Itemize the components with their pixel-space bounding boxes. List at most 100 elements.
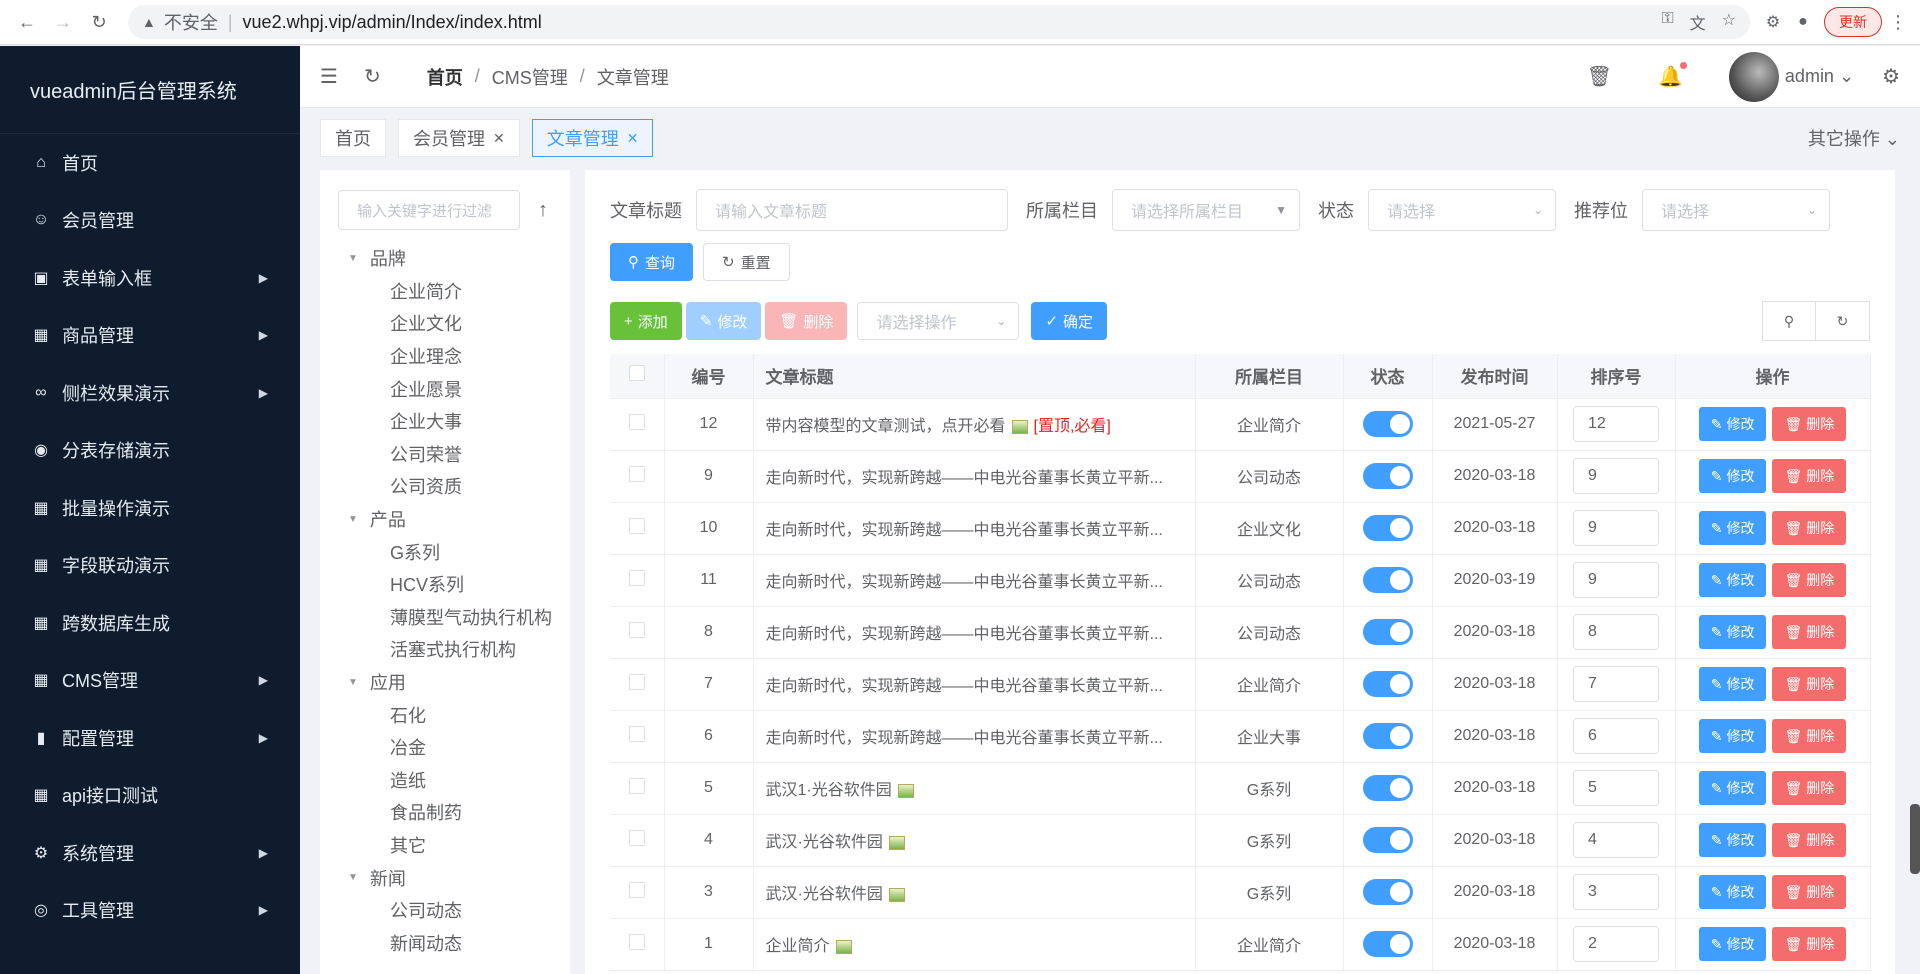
sort-input[interactable]: 9: [1573, 562, 1659, 598]
row-delete-button[interactable]: 🗑 删除: [1772, 511, 1847, 545]
sidebar-item-4[interactable]: ∞ 侧栏效果演示 ▶: [0, 364, 300, 422]
row-checkbox[interactable]: [628, 881, 645, 898]
sidebar-item-3[interactable]: ▦ 商品管理 ▶: [0, 307, 300, 365]
row-delete-button[interactable]: 🗑 删除: [1772, 667, 1847, 701]
status-toggle[interactable]: [1362, 827, 1413, 853]
select-all-checkbox-cell[interactable]: [610, 354, 665, 399]
select-all-checkbox[interactable]: [628, 365, 645, 382]
arrow-up-icon[interactable]: ↑: [538, 199, 548, 222]
tree-node[interactable]: 公司动态: [338, 894, 552, 927]
table-search-icon[interactable]: ⚲: [1762, 301, 1816, 341]
row-delete-button[interactable]: 🗑 删除: [1772, 927, 1847, 961]
refresh-icon[interactable]: ↻: [364, 64, 381, 89]
row-edit-button[interactable]: ✎ 修改: [1698, 407, 1767, 441]
settings-gear-icon[interactable]: ⚙: [1882, 64, 1900, 89]
sidebar-item-0[interactable]: ⌂ 首页: [0, 134, 300, 192]
tree-node[interactable]: 其它: [338, 829, 552, 862]
sidebar-item-8[interactable]: ▦ 跨数据库生成: [0, 594, 300, 652]
status-toggle[interactable]: [1362, 619, 1413, 645]
row-checkbox[interactable]: [628, 829, 645, 846]
status-toggle[interactable]: [1362, 723, 1413, 749]
address-bar[interactable]: ▲ 不安全 | vue2.whpj.vip/admin/Index/index.…: [128, 5, 1750, 39]
reload-icon[interactable]: ↻: [84, 7, 114, 37]
row-title[interactable]: 走向新时代，实现新跨越——中电光谷董事长黄立平新...: [766, 470, 1163, 487]
tree-node[interactable]: G系列: [338, 535, 552, 568]
row-checkbox-cell[interactable]: [610, 450, 665, 503]
row-title[interactable]: 武汉·光谷软件园: [766, 886, 883, 903]
breadcrumb-home[interactable]: 首页: [427, 64, 463, 90]
row-checkbox-cell[interactable]: [610, 814, 665, 867]
sort-input[interactable]: 6: [1573, 718, 1659, 754]
tree-node[interactable]: 公司荣誉: [338, 438, 552, 471]
table-refresh-icon[interactable]: ↻: [1816, 301, 1870, 341]
row-edit-button[interactable]: ✎ 修改: [1698, 459, 1767, 493]
star-icon[interactable]: ☆: [1722, 10, 1736, 34]
tree-node-group[interactable]: ▼ 应用: [338, 666, 552, 699]
status-toggle[interactable]: [1362, 931, 1413, 957]
status-filter-select[interactable]: 请选择 ⌄: [1368, 189, 1556, 231]
tree-node[interactable]: 企业理念: [338, 340, 552, 373]
row-checkbox[interactable]: [628, 413, 645, 430]
status-toggle[interactable]: [1362, 411, 1413, 437]
sort-input[interactable]: 9: [1573, 510, 1659, 546]
sidebar-item-11[interactable]: ▦ api接口测试: [0, 767, 300, 825]
tree-node[interactable]: 新闻动态: [338, 926, 552, 959]
batch-op-select[interactable]: 请选择操作 ⌄: [857, 302, 1020, 340]
row-checkbox-cell[interactable]: [610, 762, 665, 815]
row-checkbox-cell[interactable]: [610, 710, 665, 763]
sidebar-item-12[interactable]: ⚙ 系统管理 ▶: [0, 824, 300, 882]
row-delete-button[interactable]: 🗑 删除: [1772, 823, 1847, 857]
column-filter-select[interactable]: 请选择所属栏目 ▼: [1112, 189, 1300, 231]
row-edit-button[interactable]: ✎ 修改: [1698, 875, 1767, 909]
status-toggle[interactable]: [1362, 567, 1413, 593]
user-dropdown[interactable]: admin ⌄: [1785, 66, 1854, 87]
tree-node[interactable]: 企业文化: [338, 307, 552, 340]
tab-2[interactable]: 文章管理 ✕: [531, 119, 654, 157]
row-checkbox[interactable]: [628, 725, 645, 742]
sidebar-item-7[interactable]: ▦ 字段联动演示: [0, 537, 300, 595]
row-title[interactable]: 走向新时代，实现新跨越——中电光谷董事长黄立平新...: [766, 730, 1163, 747]
tree-node[interactable]: 造纸: [338, 764, 552, 797]
menu-toggle-icon[interactable]: ☰: [320, 64, 338, 89]
sidebar-item-9[interactable]: ▦ CMS管理 ▶: [0, 652, 300, 710]
sort-input[interactable]: 4: [1573, 822, 1659, 858]
row-checkbox-cell[interactable]: [610, 918, 665, 971]
sort-input[interactable]: 9: [1573, 458, 1659, 494]
close-icon[interactable]: ✕: [627, 130, 639, 147]
row-checkbox[interactable]: [628, 933, 645, 950]
reset-button[interactable]: ↻ 重置: [703, 243, 790, 281]
bell-icon[interactable]: 🔔: [1658, 62, 1687, 89]
caret-down-icon[interactable]: ▼: [348, 872, 358, 883]
sidebar-item-5[interactable]: ◉ 分表存储演示: [0, 422, 300, 480]
tree-node[interactable]: 食品制药: [338, 796, 552, 829]
sidebar-item-6[interactable]: ▦ 批量操作演示: [0, 479, 300, 537]
tree-node-group[interactable]: ▼ 产品: [338, 503, 552, 536]
row-checkbox[interactable]: [628, 777, 645, 794]
row-checkbox-cell[interactable]: [610, 502, 665, 555]
tree-node[interactable]: 活塞式执行机构: [338, 633, 552, 666]
row-checkbox[interactable]: [628, 569, 645, 586]
tree-node[interactable]: 薄膜型气动执行机构: [338, 601, 552, 634]
sidebar-item-10[interactable]: ▮ 配置管理 ▶: [0, 709, 300, 767]
sidebar-item-1[interactable]: ☺ 会员管理: [0, 192, 300, 250]
row-title[interactable]: 走向新时代，实现新跨越——中电光谷董事长黄立平新...: [766, 522, 1163, 539]
row-delete-button[interactable]: 🗑 删除: [1772, 407, 1847, 441]
row-title[interactable]: 走向新时代，实现新跨越——中电光谷董事长黄立平新...: [766, 574, 1163, 591]
tree-node[interactable]: 公司资质: [338, 470, 552, 503]
row-edit-button[interactable]: ✎ 修改: [1698, 511, 1767, 545]
avatar[interactable]: [1728, 51, 1779, 102]
row-edit-button[interactable]: ✎ 修改: [1698, 927, 1767, 961]
row-delete-button[interactable]: 🗑 删除: [1772, 719, 1847, 753]
add-button[interactable]: + 添加: [610, 302, 682, 340]
breadcrumb-cms[interactable]: CMS管理: [492, 64, 568, 90]
confirm-button[interactable]: ✓ 确定: [1031, 302, 1108, 340]
row-title[interactable]: 走向新时代，实现新跨越——中电光谷董事长黄立平新...: [766, 678, 1163, 695]
row-checkbox[interactable]: [628, 465, 645, 482]
tree-node[interactable]: 企业愿景: [338, 372, 552, 405]
trash-icon[interactable]: 🗑: [1587, 64, 1612, 89]
extensions-icon[interactable]: ⚙: [1758, 7, 1788, 37]
row-title[interactable]: 武汉1·光谷软件园: [766, 782, 892, 799]
row-title[interactable]: 武汉·光谷软件园: [766, 834, 883, 851]
scrollbar-thumb[interactable]: [1910, 804, 1920, 874]
row-title[interactable]: 带内容模型的文章测试，点开必看: [766, 418, 1006, 435]
